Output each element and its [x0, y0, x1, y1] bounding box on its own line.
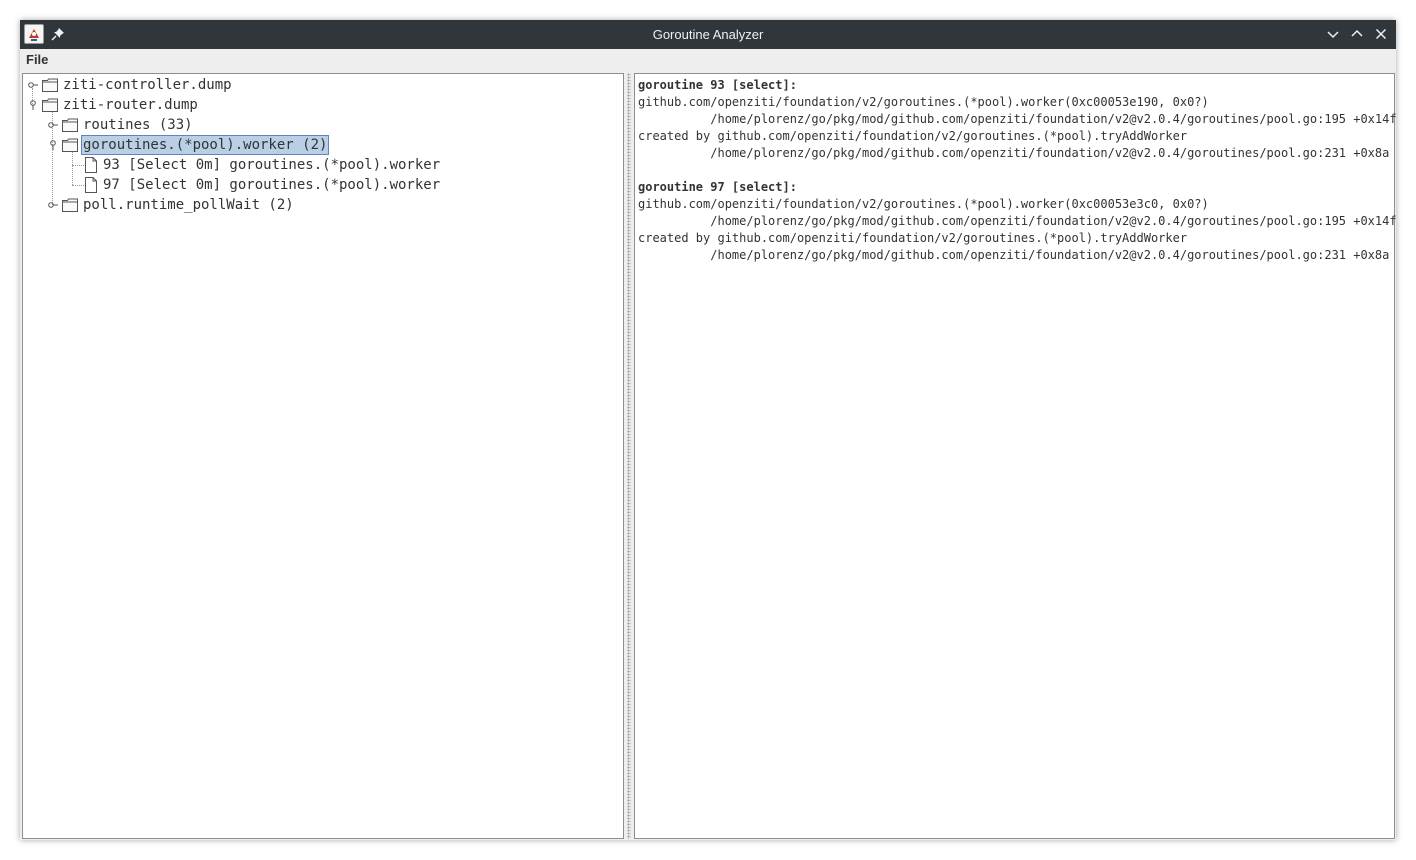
- menu-file[interactable]: File: [26, 51, 48, 69]
- file-icon: [85, 177, 97, 193]
- folder-icon: [62, 118, 78, 132]
- tree-node-label: ziti-router.dump: [63, 97, 198, 113]
- chevron-up-icon: [1351, 29, 1363, 37]
- tree-node-ziti-router[interactable]: ziti-router.dump: [23, 95, 623, 115]
- trace-line: /home/plorenz/go/pkg/mod/github.com/open…: [638, 112, 1397, 126]
- tree-leaf-goroutine-93[interactable]: 93 [Select 0m] goroutines.(*pool).worker: [23, 155, 623, 175]
- divider-grip: [627, 73, 631, 839]
- goroutine-tree[interactable]: ziti-controller.dump ziti-router.dump ro…: [22, 73, 624, 839]
- stack-trace-text: goroutine 93 [select]: github.com/openzi…: [638, 77, 1397, 264]
- trace-line: created by github.com/openziti/foundatio…: [638, 129, 1188, 143]
- tree-node-poll-runtime[interactable]: poll.runtime_pollWait (2): [23, 195, 623, 215]
- tree-node-label: ziti-controller.dump: [63, 77, 232, 93]
- tree-node-ziti-controller[interactable]: ziti-controller.dump: [23, 75, 623, 95]
- file-icon: [85, 157, 97, 173]
- tree-node-label-selected: goroutines.(*pool).worker (2): [81, 135, 330, 155]
- trace-line: github.com/openziti/foundation/v2/gorout…: [638, 197, 1209, 211]
- maximize-button[interactable]: [1349, 26, 1365, 42]
- java-app-icon[interactable]: [24, 24, 44, 44]
- trace-line: /home/plorenz/go/pkg/mod/github.com/open…: [638, 146, 1390, 160]
- app-window: Goroutine Analyzer File ziti-controller.…: [20, 20, 1397, 840]
- tree-node-label: poll.runtime_pollWait (2): [83, 197, 294, 213]
- menu-bar: File: [20, 49, 1396, 71]
- trace-line: /home/plorenz/go/pkg/mod/github.com/open…: [638, 248, 1390, 262]
- title-bar[interactable]: Goroutine Analyzer: [20, 20, 1396, 49]
- folder-icon: [62, 198, 78, 212]
- close-button[interactable]: [1373, 26, 1389, 42]
- folder-icon: [62, 138, 78, 152]
- trace-line: created by github.com/openziti/foundatio…: [638, 231, 1188, 245]
- trace-line: /home/plorenz/go/pkg/mod/github.com/open…: [638, 214, 1397, 228]
- window-title: Goroutine Analyzer: [652, 27, 764, 42]
- tree-node-label: 97 [Select 0m] goroutines.(*pool).worker: [103, 177, 441, 193]
- folder-icon: [42, 78, 58, 92]
- tree-node-pool-worker[interactable]: goroutines.(*pool).worker (2): [23, 135, 623, 155]
- tree-leaf-goroutine-97[interactable]: 97 [Select 0m] goroutines.(*pool).worker: [23, 175, 623, 195]
- pin-icon[interactable]: [50, 26, 66, 42]
- collapsed-handle-icon[interactable]: [48, 200, 58, 210]
- tree-node-routines[interactable]: routines (33): [23, 115, 623, 135]
- expanded-handle-icon[interactable]: [48, 140, 58, 150]
- minimize-button[interactable]: [1325, 26, 1341, 42]
- collapsed-handle-icon[interactable]: [28, 80, 38, 90]
- tree-node-label: 93 [Select 0m] goroutines.(*pool).worker: [103, 157, 441, 173]
- trace-line: github.com/openziti/foundation/v2/gorout…: [638, 95, 1209, 109]
- goroutine-header: goroutine 93 [select]:: [638, 78, 797, 92]
- collapsed-handle-icon[interactable]: [48, 120, 58, 130]
- chevron-down-icon: [1327, 31, 1339, 39]
- expanded-handle-icon[interactable]: [28, 100, 38, 110]
- split-pane-divider[interactable]: [626, 73, 632, 839]
- goroutine-header: goroutine 97 [select]:: [638, 180, 797, 194]
- close-icon: [1375, 28, 1387, 40]
- tree-node-label: routines (33): [83, 117, 193, 133]
- folder-icon: [42, 98, 58, 112]
- block-separator: [638, 162, 1397, 179]
- stack-trace-view[interactable]: goroutine 93 [select]: github.com/openzi…: [634, 73, 1397, 839]
